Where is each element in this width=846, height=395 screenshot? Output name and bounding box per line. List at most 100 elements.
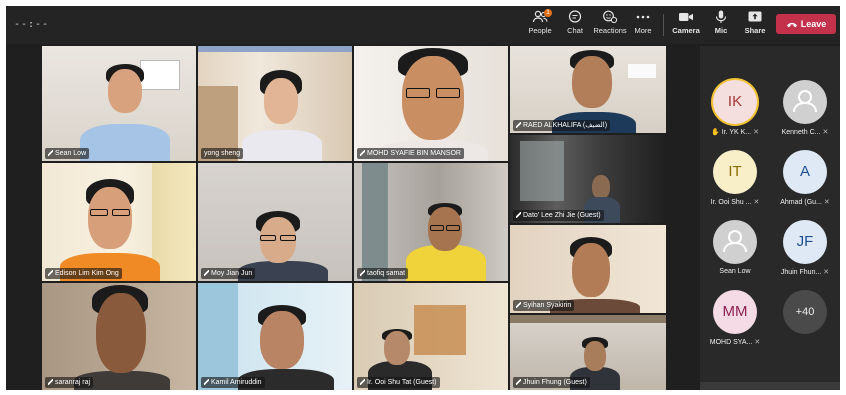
participants-panel: IK ✋ Ir. YK K... ✕ Kenneth C... ✕ IT Ir. Oo… — [700, 46, 840, 390]
video-tile[interactable]: Ir. Ooi Shu Tat (Guest) — [354, 283, 508, 390]
video-tile[interactable]: RAED ALKHALIFA (الضيف) — [510, 46, 666, 133]
video-tile[interactable]: Dato' Lee Zhi Jie (Guest) — [510, 135, 666, 223]
avatar: A — [783, 150, 827, 194]
video-tile[interactable]: Syihan Syakirin — [510, 225, 666, 313]
people-button[interactable]: 1 People — [522, 9, 558, 42]
participant-card[interactable]: IK ✋ Ir. YK K... ✕ — [700, 78, 770, 148]
mic-muted-icon — [516, 379, 521, 385]
avatar: IT — [713, 150, 757, 194]
more-icon — [636, 15, 650, 19]
people-count-badge: 1 — [544, 9, 552, 17]
video-tile[interactable]: Edison Lim Kim Ong — [42, 163, 196, 281]
mic-button[interactable]: Mic — [703, 10, 739, 42]
participant-name-label: taofiq samat — [357, 268, 409, 279]
mic-muted-icon: ✕ — [753, 129, 760, 136]
share-label: Share — [744, 26, 766, 35]
share-icon — [748, 11, 762, 22]
participant-card[interactable]: Sean Low — [700, 218, 770, 288]
reactions-button[interactable]: Reactions — [592, 10, 628, 42]
mic-muted-icon — [516, 122, 521, 128]
participant-name-label: MOHD SYAFIE BIN MANSOR — [357, 148, 464, 159]
participant-name: Kenneth C... — [781, 129, 821, 136]
participant-name-label: Syihan Syakirin — [513, 300, 575, 311]
mic-icon — [715, 10, 727, 23]
overflow-count: +40 — [783, 290, 827, 334]
participant-name-label: Kamil Amiruddin — [201, 377, 265, 388]
meeting-window: --:-- 1 People Chat Reactions More Camer… — [6, 6, 840, 390]
participant-name: Ahmad (Gu... — [780, 199, 822, 206]
people-label: People — [528, 26, 552, 35]
participant-name-label: Jhuin Fhung (Guest) — [513, 377, 590, 388]
participant-card[interactable]: MM MOHD SYA... ✕ — [700, 288, 770, 358]
mic-muted-icon — [48, 379, 53, 385]
participant-name: MOHD SYA... — [709, 339, 753, 346]
video-tile[interactable]: Jhuin Fhung (Guest) — [510, 315, 666, 390]
mic-muted-icon — [48, 270, 53, 276]
person-icon — [793, 90, 817, 113]
avatar: JF — [783, 220, 827, 264]
mic-muted-icon: ✕ — [823, 199, 830, 206]
leave-button[interactable]: Leave — [776, 14, 836, 34]
meeting-toolbar: --:-- 1 People Chat Reactions More Camer… — [6, 6, 840, 44]
participant-name: Ir. Ooi Shu ... — [710, 199, 752, 206]
mic-muted-icon — [516, 212, 521, 218]
chat-button[interactable]: Chat — [557, 10, 593, 42]
video-tile[interactable]: MOHD SYAFIE BIN MANSOR — [354, 46, 508, 161]
mic-muted-icon: ✕ — [753, 199, 760, 206]
participant-name-label: Ir. Ooi Shu Tat (Guest) — [357, 377, 440, 388]
video-tile[interactable]: Kamil Amiruddin — [198, 283, 352, 390]
avatar: IK — [713, 80, 757, 124]
raised-hand-icon: ✋ — [710, 129, 720, 136]
participant-name-label: Sean Low — [45, 148, 90, 159]
mic-muted-icon — [360, 150, 365, 156]
video-tile[interactable]: saranraj raj — [42, 283, 196, 390]
participant-card[interactable]: A Ahmad (Gu... ✕ — [770, 148, 840, 218]
participant-name: Jhuin Fhun... — [780, 269, 822, 276]
more-button[interactable]: More — [625, 10, 661, 42]
participant-name-label: Edison Lim Kim Ong — [45, 268, 122, 279]
participant-name-label: saranraj raj — [45, 377, 94, 388]
panel-scroll-edge — [700, 382, 840, 390]
toolbar-divider — [663, 14, 664, 36]
participant-name-label: yong sheng — [201, 148, 244, 159]
leave-label: Leave — [800, 19, 827, 29]
mic-muted-icon — [48, 150, 53, 156]
camera-label: Camera — [672, 26, 700, 35]
participant-name-label: RAED ALKHALIFA (الضيف) — [513, 120, 611, 131]
mic-muted-icon — [360, 270, 365, 276]
mic-muted-icon — [360, 379, 365, 385]
mic-muted-icon: ✕ — [754, 339, 761, 346]
video-tile[interactable]: Sean Low — [42, 46, 196, 161]
mic-muted-icon — [204, 379, 209, 385]
participant-name-label: Moy Jian Jun — [201, 268, 256, 279]
hang-up-icon — [786, 23, 797, 28]
reactions-icon — [603, 10, 618, 24]
mic-muted-icon — [516, 302, 521, 308]
chat-label: Chat — [567, 26, 583, 35]
video-tile[interactable]: taofiq samat — [354, 163, 508, 281]
video-tile[interactable]: Moy Jian Jun — [198, 163, 352, 281]
participant-name: Sean Low — [719, 268, 751, 275]
reactions-label: Reactions — [593, 26, 627, 35]
participant-card[interactable]: IT Ir. Ooi Shu ... ✕ — [700, 148, 770, 218]
chat-icon — [568, 10, 582, 23]
video-tile[interactable]: yong sheng — [198, 46, 352, 161]
mic-muted-icon: ✕ — [822, 129, 829, 136]
camera-icon — [679, 13, 693, 21]
more-label: More — [634, 26, 652, 35]
participant-name-label: Dato' Lee Zhi Jie (Guest) — [513, 210, 604, 221]
participant-card[interactable]: JF Jhuin Fhun... ✕ — [770, 218, 840, 288]
mic-muted-icon: ✕ — [823, 269, 830, 276]
participant-card[interactable]: Kenneth C... ✕ — [770, 78, 840, 148]
camera-button[interactable]: Camera — [668, 10, 704, 42]
avatar: MM — [713, 290, 757, 334]
avatar — [713, 220, 757, 264]
meeting-timer: --:-- — [14, 19, 50, 30]
more-participants-button[interactable]: +40 — [770, 288, 840, 358]
participant-name: Ir. YK K... — [721, 129, 752, 136]
video-grid: Sean Low yong sheng MOHD SYAFIE BIN MANS… — [42, 46, 666, 390]
avatar — [783, 80, 827, 124]
person-icon — [723, 230, 747, 253]
mic-label: Mic — [714, 26, 728, 35]
share-button[interactable]: Share — [737, 10, 773, 42]
